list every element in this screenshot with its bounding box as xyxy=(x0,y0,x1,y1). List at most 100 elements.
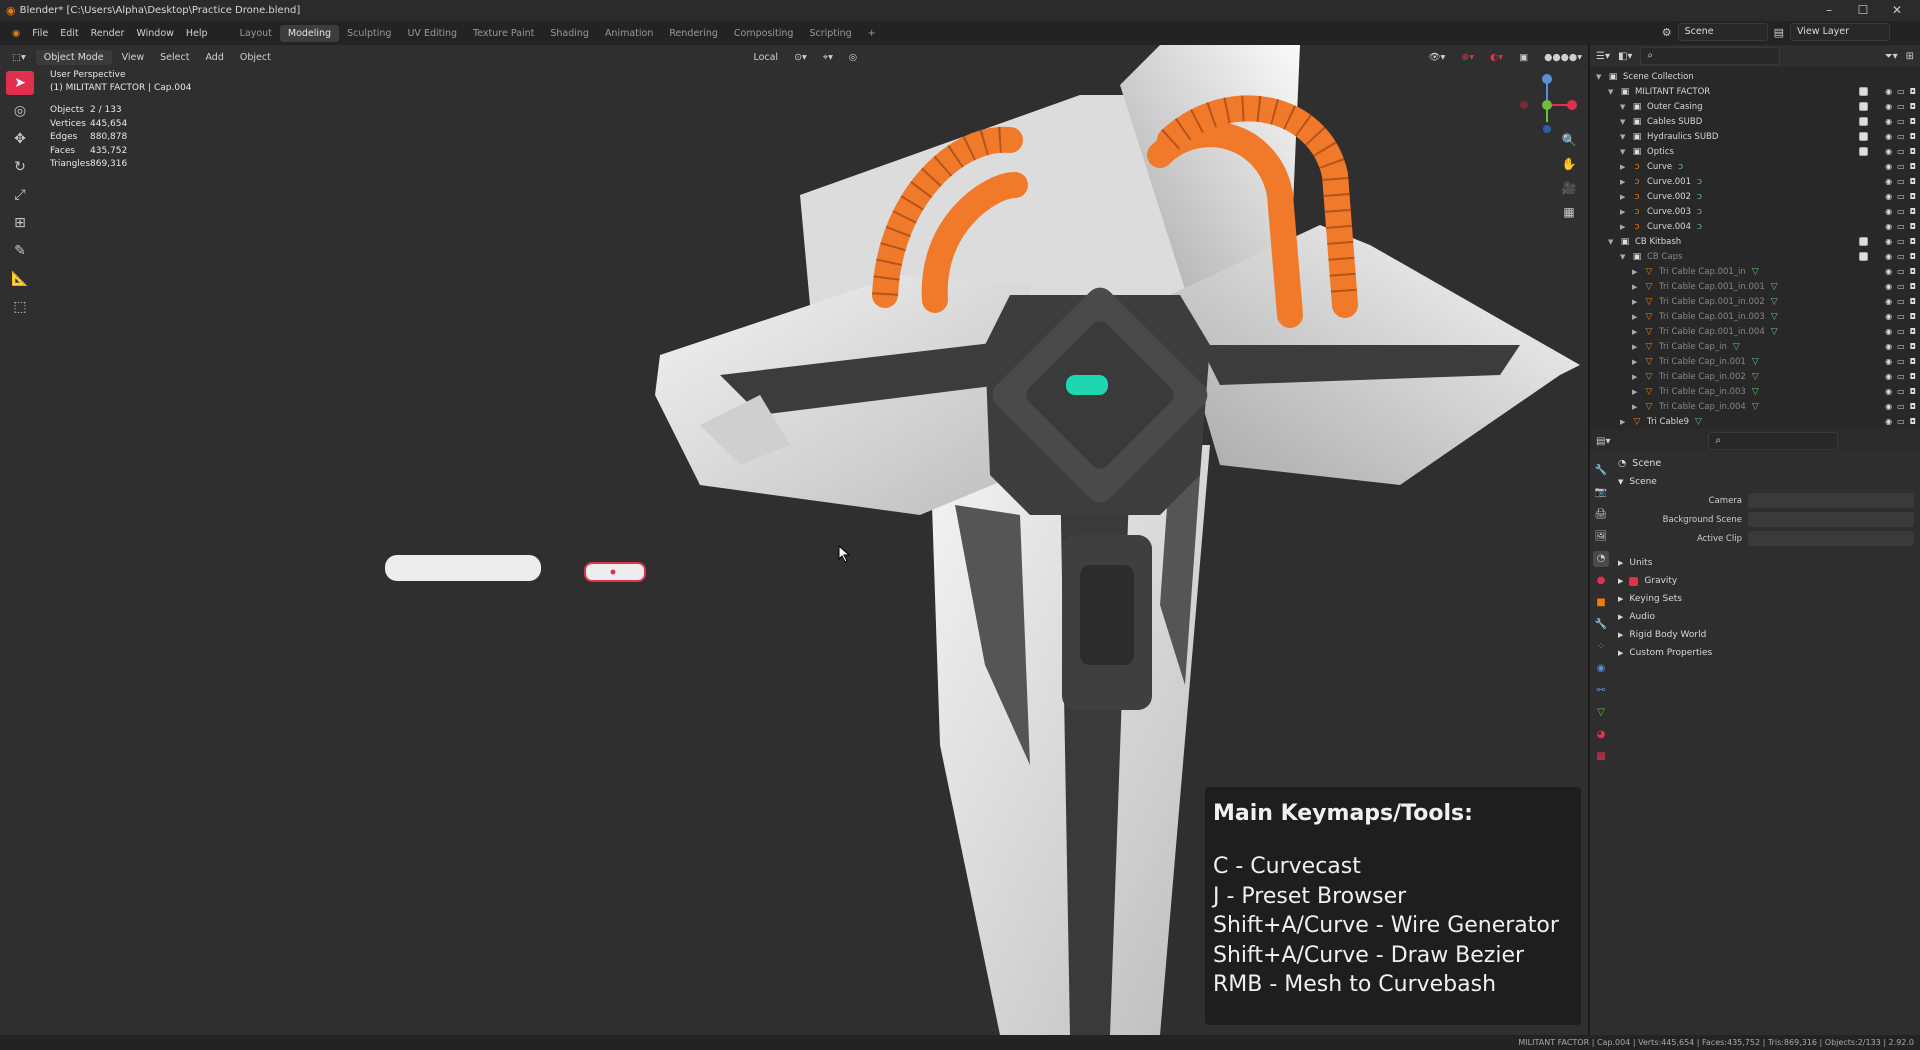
camera-icon[interactable]: ◘ xyxy=(1910,387,1916,396)
monitor-icon[interactable]: ▭ xyxy=(1897,297,1905,306)
keying-sets-section[interactable]: ▶ Keying Sets xyxy=(1614,590,1918,608)
exclude-checkbox[interactable] xyxy=(1859,252,1868,261)
eye-icon[interactable]: ◉ xyxy=(1885,402,1892,411)
camera-icon[interactable]: ◘ xyxy=(1910,372,1916,381)
monitor-icon[interactable]: ▭ xyxy=(1897,267,1905,276)
camera-icon[interactable]: ◘ xyxy=(1910,177,1916,186)
exclude-checkbox[interactable] xyxy=(1859,132,1868,141)
monitor-icon[interactable]: ▭ xyxy=(1897,147,1905,156)
outliner-item[interactable]: ▶ ↄ Curve ↄ ◉ ▭ ◘ xyxy=(1590,159,1920,174)
shading-modes-icon[interactable]: ●●●●▾ xyxy=(1538,50,1588,65)
ortho-grid-icon[interactable]: ▦ xyxy=(1558,205,1580,223)
menu-edit[interactable]: Edit xyxy=(54,28,84,39)
gravity-checkbox[interactable] xyxy=(1629,576,1639,586)
outliner-item[interactable]: ▼ ▣ Outer Casing ◉ ▭ ◘ xyxy=(1590,99,1920,114)
outliner-item[interactable]: ▶ ▽ Tri Cable Cap_in.002 ▽ ◉ ▭ ◘ xyxy=(1590,369,1920,384)
eye-icon[interactable]: ◉ xyxy=(1885,207,1892,216)
select-box-tool-icon[interactable]: ➤ xyxy=(6,71,34,95)
scene-tab-icon[interactable]: ◔ xyxy=(1593,551,1609,567)
expand-arrow-icon[interactable]: ▶ xyxy=(1632,373,1642,381)
expand-arrow-icon[interactable]: ▼ xyxy=(1620,148,1630,156)
expand-arrow-icon[interactable]: ▼ xyxy=(1608,238,1618,246)
tab-animation[interactable]: Animation xyxy=(597,25,661,42)
monitor-icon[interactable]: ▭ xyxy=(1897,282,1905,291)
visibility-toggles[interactable]: ◉ ▭ ◘ xyxy=(1885,252,1916,261)
blender-menu-icon[interactable]: ◉ xyxy=(6,28,26,39)
visibility-toggles[interactable]: ◉ ▭ ◘ xyxy=(1885,357,1916,366)
add-workspace-button[interactable]: + xyxy=(860,25,884,42)
monitor-icon[interactable]: ▭ xyxy=(1897,237,1905,246)
outliner-item[interactable]: ▶ ▽ Tri Cable Cap_in.004 ▽ ◉ ▭ ◘ xyxy=(1590,399,1920,414)
exclude-checkbox[interactable] xyxy=(1859,237,1868,246)
outliner-item[interactable]: ▼ ▣ Cables SUBD ◉ ▭ ◘ xyxy=(1590,114,1920,129)
camera-field[interactable]: Camera xyxy=(1614,491,1918,510)
monitor-icon[interactable]: ▭ xyxy=(1897,222,1905,231)
menu-help[interactable]: Help xyxy=(180,28,214,39)
expand-arrow-icon[interactable]: ▶ xyxy=(1620,163,1630,171)
tab-compositing[interactable]: Compositing xyxy=(726,25,802,42)
eye-icon[interactable]: ◉ xyxy=(1885,177,1892,186)
eye-icon[interactable]: ◉ xyxy=(1885,267,1892,276)
measure-tool-icon[interactable]: 📐 xyxy=(6,267,34,291)
menu-select[interactable]: Select xyxy=(154,50,195,65)
monitor-icon[interactable]: ▭ xyxy=(1897,132,1905,141)
tab-rendering[interactable]: Rendering xyxy=(661,25,726,42)
eye-icon[interactable]: ◉ xyxy=(1885,132,1892,141)
camera-icon[interactable]: ◘ xyxy=(1910,267,1916,276)
expand-arrow-icon[interactable]: ▶ xyxy=(1632,358,1642,366)
texture-tab-icon[interactable]: ▩ xyxy=(1593,749,1609,765)
eye-icon[interactable]: ◉ xyxy=(1885,282,1892,291)
monitor-icon[interactable]: ▭ xyxy=(1897,192,1905,201)
camera-icon[interactable]: ◘ xyxy=(1910,117,1916,126)
expand-arrow-icon[interactable]: ▼ xyxy=(1620,133,1630,141)
mode-selector[interactable]: Object Mode xyxy=(35,49,112,65)
new-collection-icon[interactable]: ⊞ xyxy=(1906,51,1914,62)
expand-arrow-icon[interactable]: ▶ xyxy=(1620,178,1630,186)
outliner-item[interactable]: ▶ ▽ Tri Cable Cap.001_in.001 ▽ ◉ ▭ ◘ xyxy=(1590,279,1920,294)
outliner-item[interactable]: ▼ ▣ CB Caps ◉ ▭ ◘ xyxy=(1590,249,1920,264)
close-button[interactable]: ✕ xyxy=(1880,0,1914,21)
render-tab-icon[interactable]: 📷 xyxy=(1593,485,1609,501)
camera-icon[interactable]: ◘ xyxy=(1910,207,1916,216)
view-layer-selector[interactable]: View Layer xyxy=(1790,23,1890,41)
gizmo-toggle-icon[interactable]: ⊕▾ xyxy=(1455,50,1480,65)
camera-icon[interactable]: ◘ xyxy=(1910,327,1916,336)
object-tab-icon[interactable]: ■ xyxy=(1593,595,1609,611)
3d-viewport[interactable]: ⬚▾ Object Mode View Select Add Object Lo… xyxy=(0,45,1588,1035)
outliner-editor-icon[interactable]: ☰▾ xyxy=(1596,51,1610,62)
expand-arrow-icon[interactable]: ▶ xyxy=(1632,298,1642,306)
outliner-item[interactable]: ▼ ▣ Hydraulics SUBD ◉ ▭ ◘ xyxy=(1590,129,1920,144)
outliner-item[interactable]: ▶ ▽ Tri Cable Cap.001_in.002 ▽ ◉ ▭ ◘ xyxy=(1590,294,1920,309)
modifier-tab-icon[interactable]: 🔧 xyxy=(1593,617,1609,633)
visibility-toggles[interactable]: ◉ ▭ ◘ xyxy=(1885,222,1916,231)
eye-icon[interactable]: ◉ xyxy=(1885,312,1892,321)
menu-view[interactable]: View xyxy=(116,50,151,65)
tab-modeling[interactable]: Modeling xyxy=(279,24,340,42)
material-tab-icon[interactable]: ◕ xyxy=(1593,727,1609,743)
outliner-search-input[interactable]: ⌕ xyxy=(1640,47,1781,65)
snap-icon[interactable]: ⌖▾ xyxy=(817,50,839,65)
outliner-item[interactable]: ▶ ▽ Tri Cable Cap.001_in ▽ ◉ ▭ ◘ xyxy=(1590,264,1920,279)
expand-arrow-icon[interactable]: ▼ xyxy=(1596,73,1606,81)
custom-properties-section[interactable]: ▶ Custom Properties xyxy=(1614,644,1918,662)
transform-orientation-selector[interactable]: Local xyxy=(747,50,784,65)
eye-icon[interactable]: ◉ xyxy=(1885,252,1892,261)
pivot-icon[interactable]: ⊙▾ xyxy=(788,50,813,65)
visibility-toggles[interactable]: ◉ ▭ ◘ xyxy=(1885,102,1916,111)
rigid-body-world-section[interactable]: ▶ Rigid Body World xyxy=(1614,626,1918,644)
outliner-item[interactable]: ▶ ▽ Tri Cable Cap.001_in.004 ▽ ◉ ▭ ◘ xyxy=(1590,324,1920,339)
exclude-checkbox[interactable] xyxy=(1859,87,1868,96)
exclude-checkbox[interactable] xyxy=(1859,147,1868,156)
properties-editor-icon[interactable]: ▤▾ xyxy=(1596,436,1610,447)
outliner-item[interactable]: ▼ ▣ Optics ◉ ▭ ◘ xyxy=(1590,144,1920,159)
camera-icon[interactable]: ◘ xyxy=(1910,102,1916,111)
outliner-item[interactable]: ▶ ↄ Curve.001 ↄ ◉ ▭ ◘ xyxy=(1590,174,1920,189)
monitor-icon[interactable]: ▭ xyxy=(1897,102,1905,111)
xray-icon[interactable]: ▣ xyxy=(1513,50,1534,65)
pan-hand-icon[interactable]: ✋ xyxy=(1558,157,1580,175)
tab-sculpting[interactable]: Sculpting xyxy=(339,25,399,42)
menu-render[interactable]: Render xyxy=(85,28,131,39)
visibility-toggles[interactable]: ◉ ▭ ◘ xyxy=(1885,117,1916,126)
visibility-toggles[interactable]: ◉ ▭ ◘ xyxy=(1885,177,1916,186)
expand-arrow-icon[interactable]: ▶ xyxy=(1620,193,1630,201)
